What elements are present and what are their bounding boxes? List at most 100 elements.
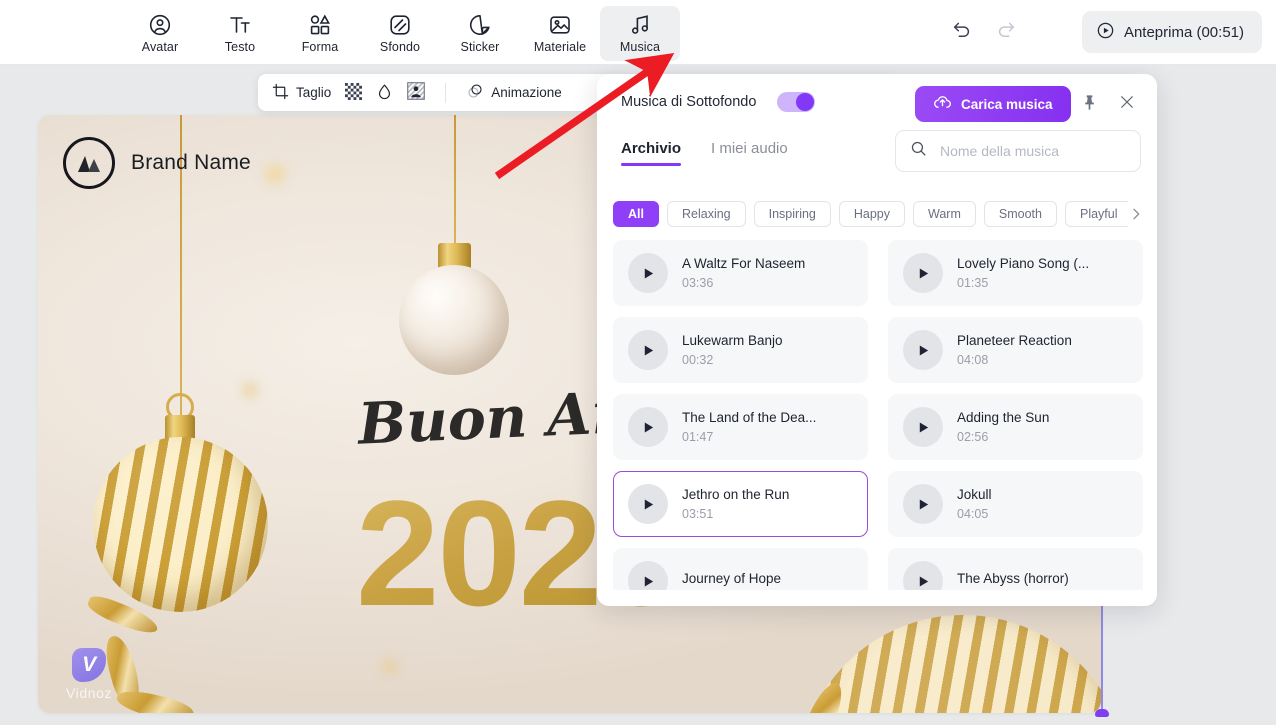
toggle-knob <box>796 93 815 111</box>
category-chip-inspiring[interactable]: Inspiring <box>753 201 831 227</box>
preview-label: Anteprima (00:51) <box>1123 23 1244 41</box>
nav-item-label: Materiale <box>533 40 587 54</box>
music-track-item[interactable]: Lovely Piano Song (... 01:35 <box>888 240 1143 306</box>
opacity-button[interactable] <box>376 83 393 103</box>
music-track-list[interactable]: A Waltz For Naseem 03:36 Lovely Piano Song… <box>613 240 1143 590</box>
nav-item-musica[interactable]: Musica <box>600 6 680 61</box>
transparency-icon <box>345 82 363 103</box>
play-button[interactable] <box>903 561 943 590</box>
nav-item-testo[interactable]: Testo <box>200 6 280 61</box>
panel-tab-i-miei-audio[interactable]: I miei audio <box>711 140 788 166</box>
droplet-icon <box>376 83 393 103</box>
music-search-input[interactable] <box>938 142 1118 160</box>
animation-icon <box>466 82 484 103</box>
music-track-item[interactable]: Lukewarm Banjo 00:32 <box>613 317 868 383</box>
play-button[interactable] <box>903 253 943 293</box>
music-track-item[interactable]: Jethro on the Run 03:51 <box>613 471 868 537</box>
nav-tool-list: Avatar Testo Forma Sfondo Sticker Materiale Mu… <box>120 0 680 65</box>
nav-item-label: Testo <box>224 40 256 54</box>
track-title: The Abyss (horror) <box>957 571 1069 586</box>
upload-music-button[interactable]: Carica musica <box>915 86 1071 122</box>
play-button[interactable] <box>628 561 668 590</box>
background-music-label: Musica di Sottofondo <box>621 94 757 110</box>
music-track-item[interactable]: The Abyss (horror) <box>888 548 1143 590</box>
avatar-icon <box>148 13 172 37</box>
nav-item-label: Sfondo <box>379 40 421 54</box>
pin-panel-button[interactable] <box>1075 88 1103 116</box>
cloud-upload-icon <box>933 93 952 115</box>
category-chip-smooth[interactable]: Smooth <box>983 201 1057 227</box>
play-button[interactable] <box>903 407 943 447</box>
track-title: The Land of the Dea... <box>682 410 817 425</box>
category-chip-happy[interactable]: Happy <box>838 201 906 227</box>
music-panel-header: Musica di Sottofondo <box>597 74 1157 130</box>
crop-label: Taglio <box>296 85 332 100</box>
background-music-toggle[interactable] <box>777 92 816 112</box>
nav-item-forma[interactable]: Forma <box>280 6 360 61</box>
undo-redo-group <box>948 14 1020 42</box>
music-track-item[interactable]: Adding the Sun 02:56 <box>888 394 1143 460</box>
track-duration: 04:08 <box>957 353 989 367</box>
track-meta: Planeteer Reaction 04:08 <box>957 333 1072 367</box>
music-track-item[interactable]: Planeteer Reaction 04:08 <box>888 317 1143 383</box>
mask-button[interactable] <box>407 82 426 103</box>
track-meta: Adding the Sun 02:56 <box>957 410 1049 444</box>
nav-item-label: Musica <box>619 40 661 54</box>
music-track-item[interactable]: Journey of Hope <box>613 548 868 590</box>
nav-item-sticker[interactable]: Sticker <box>440 6 520 61</box>
track-meta: The Abyss (horror) <box>957 571 1069 590</box>
category-chip-playful[interactable]: Playful <box>1064 201 1128 227</box>
sticker-icon <box>468 13 492 37</box>
background-icon <box>388 13 412 37</box>
upload-music-label: Carica musica <box>961 96 1053 112</box>
track-meta: Jokull 04:05 <box>957 487 992 521</box>
close-panel-button[interactable] <box>1113 88 1141 116</box>
transparency-button[interactable] <box>345 82 363 103</box>
category-chip-relaxing[interactable]: Relaxing <box>666 201 746 227</box>
track-meta: A Waltz For Naseem 03:36 <box>682 256 805 290</box>
redo-button[interactable] <box>992 14 1020 42</box>
track-duration: 01:47 <box>682 430 714 444</box>
music-panel-tabs: Archivio I miei audio <box>621 140 788 166</box>
nav-item-avatar[interactable]: Avatar <box>120 6 200 61</box>
track-meta: Lovely Piano Song (... 01:35 <box>957 256 1089 290</box>
search-icon <box>910 140 927 162</box>
ornament-cord <box>454 115 456 245</box>
play-button[interactable] <box>903 484 943 524</box>
nav-item-materiale[interactable]: Materiale <box>520 6 600 61</box>
category-chip-warm[interactable]: Warm <box>913 201 976 227</box>
track-title: Planeteer Reaction <box>957 333 1072 348</box>
category-chip-all[interactable]: All <box>613 201 659 227</box>
play-button[interactable] <box>628 253 668 293</box>
play-button[interactable] <box>628 407 668 447</box>
panel-tab-archivio[interactable]: Archivio <box>621 140 682 166</box>
vidnoz-label: Vidnoz <box>66 685 113 701</box>
mask-icon <box>407 82 426 103</box>
track-title: Jethro on the Run <box>682 487 790 502</box>
chevron-right-icon[interactable] <box>1125 201 1147 227</box>
music-search-box[interactable] <box>895 130 1141 172</box>
animation-label: Animazione <box>491 85 562 100</box>
bokeh-dot <box>266 165 284 183</box>
preview-button[interactable]: Anteprima (00:51) <box>1081 11 1262 53</box>
play-button[interactable] <box>628 330 668 370</box>
animation-button[interactable]: Animazione <box>466 82 562 103</box>
vidnoz-logo-icon: V <box>72 648 107 682</box>
play-button[interactable] <box>903 330 943 370</box>
brand-name: Brand Name <box>131 151 251 174</box>
music-track-item[interactable]: Jokull 04:05 <box>888 471 1143 537</box>
nav-item-sfondo[interactable]: Sfondo <box>360 6 440 61</box>
track-meta: Journey of Hope <box>682 571 781 590</box>
music-icon <box>628 13 652 37</box>
material-icon <box>548 13 572 37</box>
undo-button[interactable] <box>948 14 976 42</box>
music-track-item[interactable]: A Waltz For Naseem 03:36 <box>613 240 868 306</box>
track-title: Lovely Piano Song (... <box>957 256 1090 271</box>
music-track-item[interactable]: The Land of the Dea... 01:47 <box>613 394 868 460</box>
play-button[interactable] <box>628 484 668 524</box>
track-duration: 02:56 <box>957 430 989 444</box>
track-title: Journey of Hope <box>682 571 782 586</box>
track-meta: Lukewarm Banjo 00:32 <box>682 333 783 367</box>
crop-button[interactable]: Taglio <box>272 83 331 103</box>
nav-item-label: Forma <box>301 40 339 54</box>
